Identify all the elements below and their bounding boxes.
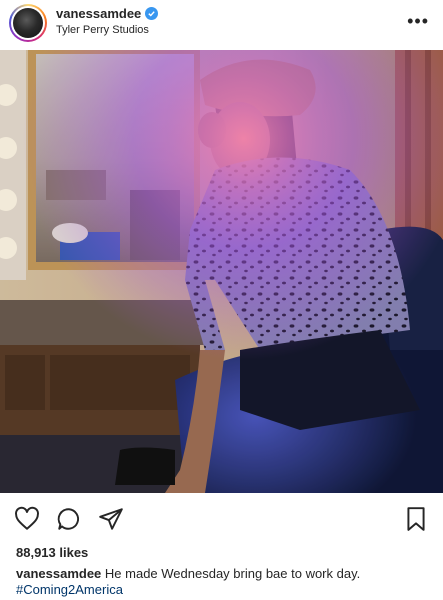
user-block: vanessamdee Tyler Perry Studios xyxy=(56,6,159,36)
location-link[interactable]: Tyler Perry Studios xyxy=(56,24,158,36)
verified-badge-icon xyxy=(145,7,159,20)
bookmark-icon[interactable] xyxy=(403,506,429,537)
avatar[interactable] xyxy=(9,4,47,42)
heart-icon[interactable] xyxy=(14,506,40,537)
post-header: vanessamdee Tyler Perry Studios ••• xyxy=(0,0,443,48)
caption-text: He made Wednesday bring bae to work day. xyxy=(104,566,361,581)
username[interactable]: vanessamdee xyxy=(56,6,141,21)
more-icon[interactable]: ••• xyxy=(407,12,429,30)
comment-icon[interactable] xyxy=(56,506,82,537)
caption: vanessamdee He made Wednesday bring bae … xyxy=(16,566,428,598)
post-photo[interactable] xyxy=(0,50,443,493)
action-bar xyxy=(0,502,443,536)
likes-count[interactable]: 88,913 likes xyxy=(16,545,88,560)
share-icon[interactable] xyxy=(98,506,124,537)
hashtag-link[interactable]: #Coming2America xyxy=(16,582,123,597)
photo-image xyxy=(0,50,443,493)
caption-username[interactable]: vanessamdee xyxy=(16,566,101,581)
